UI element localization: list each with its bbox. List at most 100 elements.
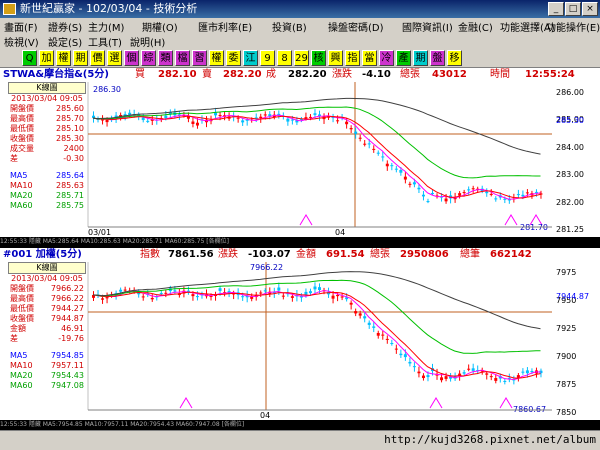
toolbar-button[interactable]: 指: [345, 50, 360, 66]
candle-body: [236, 117, 240, 119]
ma-value: 285.63: [56, 181, 84, 190]
toolbar-button[interactable]: 移: [447, 50, 462, 66]
toolbar-button[interactable]: 權: [56, 50, 71, 66]
candle-body: [141, 296, 145, 298]
candle-body: [263, 290, 267, 292]
kline-info-date: 2013/03/04 09:05: [11, 94, 83, 103]
moving-average-line: [92, 97, 541, 155]
menu-item[interactable]: 國際資訊(I): [402, 19, 453, 34]
candle-body: [358, 137, 362, 139]
candle-body: [471, 188, 475, 190]
menu-item[interactable]: 證券(S): [48, 19, 82, 34]
candle-body: [101, 298, 105, 300]
toolbar-button[interactable]: 個: [124, 50, 139, 66]
candle-body: [372, 148, 376, 150]
menu-item[interactable]: 主力(M): [88, 19, 124, 34]
candle-body: [462, 192, 466, 194]
amount-value: 691.54: [326, 249, 365, 260]
info-value: 7944.27: [50, 304, 84, 313]
close-button[interactable]: ×: [582, 2, 598, 16]
index-volume-value: 2950806: [400, 249, 449, 260]
index-status-line: 12:55:33 隱藏 MA5:7954.85 MA10:7957.11 MA2…: [0, 420, 600, 430]
time-value: 12:55:24: [525, 69, 575, 80]
toolbar-button[interactable]: 期: [413, 50, 428, 66]
toolbar-button[interactable]: 權: [209, 50, 224, 66]
toolbar-button[interactable]: 冷: [379, 50, 394, 66]
candle-body: [318, 287, 321, 290]
toolbar-button[interactable]: 期: [73, 50, 88, 66]
toolbar-button[interactable]: 綜: [141, 50, 156, 66]
time-axis-label: 04: [260, 411, 270, 420]
toolbar-button[interactable]: 核: [311, 50, 326, 66]
menu-item[interactable]: 設定(S): [48, 34, 82, 49]
toolbar-button[interactable]: 當: [362, 50, 377, 66]
candle-body: [313, 113, 317, 115]
current-price-tag: 7944.87: [556, 292, 590, 301]
menu-item[interactable]: 工具(T): [88, 34, 122, 49]
candle-body: [471, 368, 475, 371]
menu-item[interactable]: 金融(C): [458, 19, 493, 34]
candle-body: [331, 295, 335, 299]
ask-value: 282.20: [223, 69, 262, 80]
candle-body: [286, 118, 290, 122]
candle-body: [516, 194, 520, 196]
toolbar-button[interactable]: 興: [328, 50, 343, 66]
toolbar-button[interactable]: 委: [226, 50, 241, 66]
toolbar-button[interactable]: 江: [243, 50, 258, 66]
candle-body: [290, 119, 294, 121]
menu-item[interactable]: 檢視(V): [4, 34, 39, 49]
menu-item[interactable]: 操盤密碼(D): [328, 19, 384, 34]
menu-item[interactable]: 畫面(F): [4, 19, 38, 34]
toolbar-button[interactable]: 選: [107, 50, 122, 66]
toolbar-button[interactable]: 29: [294, 50, 309, 66]
toolbar-button[interactable]: 產: [396, 50, 411, 66]
index-ma-info-rows: MA5 7954.85 MA10 7957.11 MA20 7954.43 MA60 7947…: [8, 351, 86, 391]
index-symbol-name: #001 加權(5分): [3, 249, 82, 260]
candle-body: [105, 119, 109, 123]
minimize-button[interactable]: _: [548, 2, 564, 16]
info-value: 285.30: [56, 134, 84, 143]
toolbar-button[interactable]: 9: [260, 50, 275, 66]
ma-key: MA60: [10, 381, 33, 390]
toolbar-button[interactable]: 習: [192, 50, 207, 66]
menu-item[interactable]: 期權(O): [142, 19, 178, 34]
candle-body: [412, 182, 416, 185]
last-label: 成: [266, 69, 276, 80]
candle-body: [394, 348, 398, 350]
candle-body: [141, 117, 145, 121]
candle-body: [159, 293, 163, 295]
status-line: 12:55:33 隱藏 MA5:285.64 MA10:285.63 MA20:…: [0, 237, 600, 247]
toolbar-button[interactable]: 8: [277, 50, 292, 66]
menu-item[interactable]: 功能操作(E): [546, 19, 600, 34]
candle-body: [164, 292, 168, 294]
toolbar-button[interactable]: 類: [158, 50, 173, 66]
candle-body: [426, 201, 430, 203]
candle-body: [277, 287, 281, 291]
menu-item[interactable]: 投資(B): [272, 19, 307, 34]
info-key: 最高價: [10, 294, 34, 303]
index-volume-label: 總張: [370, 249, 390, 260]
toolbar-button[interactable]: 檔: [175, 50, 190, 66]
candle-body: [354, 311, 358, 314]
index-kline-info-header: K線圖: [8, 262, 86, 274]
toolbar-button[interactable]: Q: [22, 50, 37, 66]
toolbar-button[interactable]: 盤: [430, 50, 445, 66]
candle-body: [399, 353, 403, 356]
candle-body: [467, 368, 471, 370]
candle-body: [241, 296, 245, 298]
candle-body: [336, 120, 340, 122]
candle-body: [390, 165, 394, 167]
candle-body: [408, 183, 412, 185]
toolbar: Q 加權期價選個綜類檔習權委江 9 8 29 核興指當冷產期盤移: [0, 48, 600, 68]
toolbar-button[interactable]: 加: [39, 50, 54, 66]
ma-key: MA5: [10, 171, 28, 180]
ma-value: 7954.43: [50, 371, 84, 380]
menu-item[interactable]: 說明(H): [130, 34, 165, 49]
candle-body: [403, 176, 407, 180]
maximize-button[interactable]: □: [565, 2, 581, 16]
menu-item[interactable]: 匯市利率(E): [198, 19, 252, 34]
index-chart-panel: #001 加權(5分) 指數 7861.56 漲跌 -103.07 金額 691…: [0, 248, 600, 430]
candle-body: [146, 120, 150, 122]
index-price-axis: 7975 7950 7925 7900 7875 7850 7944.87: [552, 262, 600, 420]
toolbar-button[interactable]: 價: [90, 50, 105, 66]
